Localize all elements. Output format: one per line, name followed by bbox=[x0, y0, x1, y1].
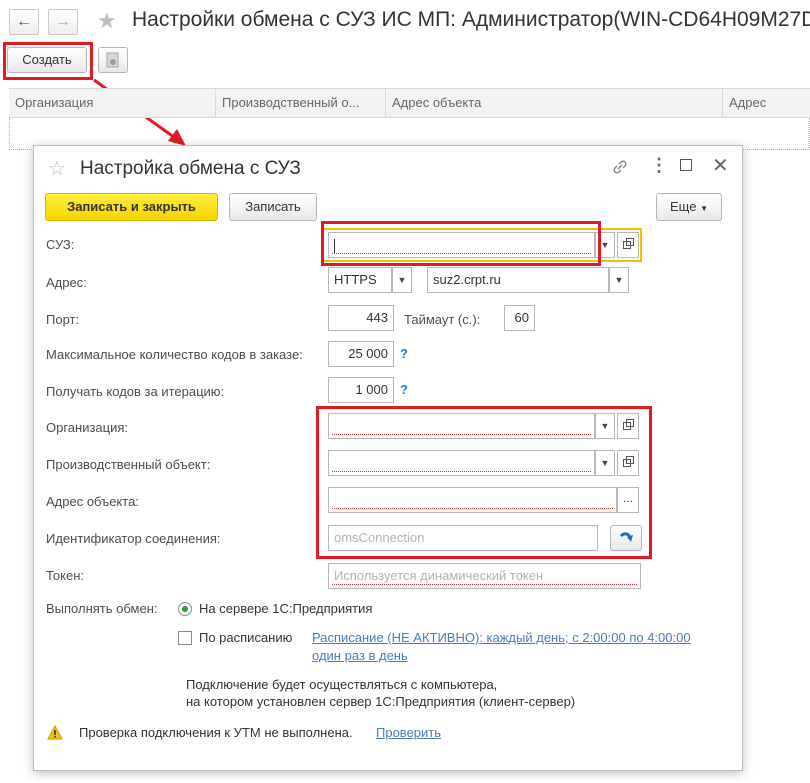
timeout-input[interactable]: 60 bbox=[504, 305, 535, 331]
column-production-object[interactable]: Производственный о... bbox=[216, 89, 386, 117]
column-address[interactable]: Адрес bbox=[723, 89, 810, 117]
check-link[interactable]: Проверить bbox=[376, 725, 441, 740]
save-button[interactable]: Записать bbox=[229, 193, 317, 221]
help-icon[interactable]: ? bbox=[400, 382, 408, 397]
link-icon[interactable] bbox=[612, 159, 628, 175]
host-input[interactable]: suz2.crpt.ru bbox=[427, 267, 609, 293]
object-address-label: Адрес объекта: bbox=[46, 494, 139, 509]
chevron-down-icon: ▼ bbox=[397, 275, 407, 285]
warning-text: Проверка подключения к УТМ не выполнена. bbox=[79, 725, 353, 740]
connection-id-label: Идентификатор соединения: bbox=[46, 531, 221, 546]
more-button[interactable]: Еще ▼ bbox=[656, 193, 722, 221]
column-organization[interactable]: Организация bbox=[9, 89, 216, 117]
timeout-label: Таймаут (с.): bbox=[404, 312, 481, 327]
organization-label: Организация: bbox=[46, 420, 129, 435]
production-object-label: Производственный объект: bbox=[46, 457, 211, 472]
host-dropdown-button[interactable]: ▼ bbox=[609, 267, 629, 293]
schedule-label[interactable]: По расписанию bbox=[199, 630, 292, 645]
dialog-title: Настройка обмена с СУЗ bbox=[80, 158, 301, 179]
help-icon[interactable]: ? bbox=[400, 346, 408, 361]
connection-note-line2: на котором установлен сервер 1С:Предприя… bbox=[186, 694, 576, 709]
maximize-icon[interactable] bbox=[680, 159, 692, 171]
chevron-down-icon: ▼ bbox=[614, 275, 624, 285]
suz-settings-dialog: ☆ Настройка обмена с СУЗ ⋮ ✕ Записать и … bbox=[33, 145, 743, 771]
protocol-select[interactable]: HTTPS bbox=[328, 267, 392, 293]
warning-icon bbox=[47, 725, 63, 740]
port-label: Порт: bbox=[46, 312, 80, 327]
max-codes-input[interactable]: 25 000 bbox=[328, 341, 394, 367]
connection-note-line1: Подключение будет осуществляться с компь… bbox=[186, 677, 498, 692]
save-and-close-button[interactable]: Записать и закрыть bbox=[45, 193, 218, 221]
annotation-highlight-required-fields bbox=[316, 406, 652, 559]
list-header: Организация Производственный о... Адрес … bbox=[9, 88, 810, 118]
token-label: Токен: bbox=[46, 568, 85, 583]
per-iteration-input[interactable]: 1 000 bbox=[328, 377, 394, 403]
close-icon[interactable]: ✕ bbox=[712, 153, 729, 178]
address-label: Адрес: bbox=[46, 275, 87, 290]
suz-label: СУЗ: bbox=[46, 237, 75, 252]
port-input[interactable]: 443 bbox=[328, 305, 394, 331]
on-server-radio[interactable] bbox=[178, 602, 192, 616]
schedule-checkbox[interactable] bbox=[178, 631, 192, 645]
token-input[interactable]: Используется динамический токен bbox=[328, 563, 641, 589]
protocol-dropdown-button[interactable]: ▼ bbox=[392, 267, 412, 293]
exchange-mode-label: Выполнять обмен: bbox=[46, 601, 158, 616]
more-button-label: Еще bbox=[670, 199, 697, 214]
max-codes-label: Максимальное количество кодов в заказе: bbox=[46, 347, 303, 362]
star-icon[interactable]: ☆ bbox=[48, 158, 66, 180]
on-server-label[interactable]: На сервере 1С:Предприятия bbox=[199, 601, 372, 616]
per-iteration-label: Получать кодов за итерацию: bbox=[46, 384, 225, 399]
column-object-address[interactable]: Адрес объекта bbox=[386, 89, 723, 117]
chevron-down-icon: ▼ bbox=[700, 204, 708, 213]
schedule-link-continued[interactable]: один раз в день bbox=[312, 648, 408, 663]
annotation-highlight-suz bbox=[321, 221, 601, 266]
schedule-link[interactable]: Расписание (НЕ АКТИВНО): каждый день; с … bbox=[312, 630, 691, 645]
more-menu-icon[interactable]: ⋮ bbox=[650, 155, 668, 176]
